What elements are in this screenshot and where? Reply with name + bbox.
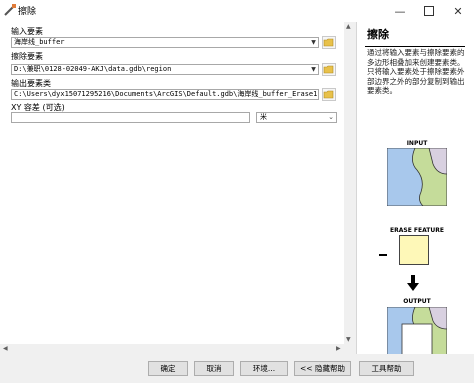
title-bar: 擦除 — ✕ [0,0,474,22]
output-caption: OUTPUT [403,298,431,305]
hide-help-button[interactable]: << 隐藏帮助 [294,361,351,376]
parameters-panel: 输入要素 海岸线_buffer ▼ 擦除要素 D:\兼职\0128-02049-… [0,22,354,344]
environments-button[interactable]: 环境... [240,361,288,376]
minimize-button[interactable]: — [386,0,414,22]
help-panel: 擦除 通过将输入要素与擦除要素的多边形相叠加来创建要素类。只将输入要素处于擦除要… [356,22,474,354]
scroll-up-icon[interactable]: ▲ [346,23,351,30]
arrow-down-icon [407,275,419,291]
output-feature-class-label: 输出要素类 [11,79,51,88]
window-title: 擦除 [18,7,37,17]
erase-feature-diagram [399,235,429,265]
folder-icon [323,90,334,99]
tool-help-button[interactable]: 工具帮助 [359,361,414,376]
scroll-down-icon[interactable]: ▼ [346,336,351,343]
app-icon [4,4,16,16]
chevron-down-icon: ⌄ [328,113,334,121]
unit-value: 米 [260,113,267,121]
cancel-button[interactable]: 取消 [194,361,234,376]
input-browse-button[interactable] [322,36,336,49]
erase-caption: ERASE FEATURE [390,227,444,234]
scroll-left-icon[interactable]: ◀ [3,345,8,352]
maximize-icon [424,6,434,16]
input-dropdown-arrow-icon[interactable]: ▼ [309,37,318,48]
help-title: 擦除 [367,28,389,41]
erase-dropdown-arrow-icon[interactable]: ▼ [309,64,318,75]
erase-features-label: 擦除要素 [11,52,43,61]
ok-button[interactable]: 确定 [148,361,188,376]
input-caption: INPUT [406,140,428,147]
help-description: 通过将输入要素与擦除要素的多边形相叠加来创建要素类。只将输入要素处于擦除要素外部… [367,48,465,96]
scroll-right-icon[interactable]: ▶ [336,345,341,352]
erase-features-field[interactable]: D:\兼职\0128-02049-AKJ\data.gdb\region [11,64,319,75]
help-divider [365,46,465,47]
output-browse-button[interactable] [322,88,336,101]
xy-tolerance-field[interactable] [11,112,250,123]
close-button[interactable]: ✕ [444,0,472,22]
maximize-button[interactable] [415,0,443,22]
input-features-field[interactable]: 海岸线_buffer [11,37,319,48]
horizontal-scrollbar[interactable]: ◀ ▶ [0,344,354,354]
vertical-scrollbar[interactable]: ▲ ▼ [344,22,354,344]
close-icon: ✕ [453,4,463,18]
output-diagram [387,307,447,354]
erase-browse-button[interactable] [322,63,336,76]
output-feature-class-field[interactable]: C:\Users\dyx15071295216\Documents\ArcGIS… [11,89,319,100]
folder-icon [323,65,334,74]
unit-select[interactable]: 米 ⌄ [256,112,337,123]
folder-icon [323,38,334,47]
input-features-label: 输入要素 [11,27,43,36]
minimize-icon: — [394,4,406,18]
minus-icon [379,254,387,256]
input-diagram [387,148,447,206]
